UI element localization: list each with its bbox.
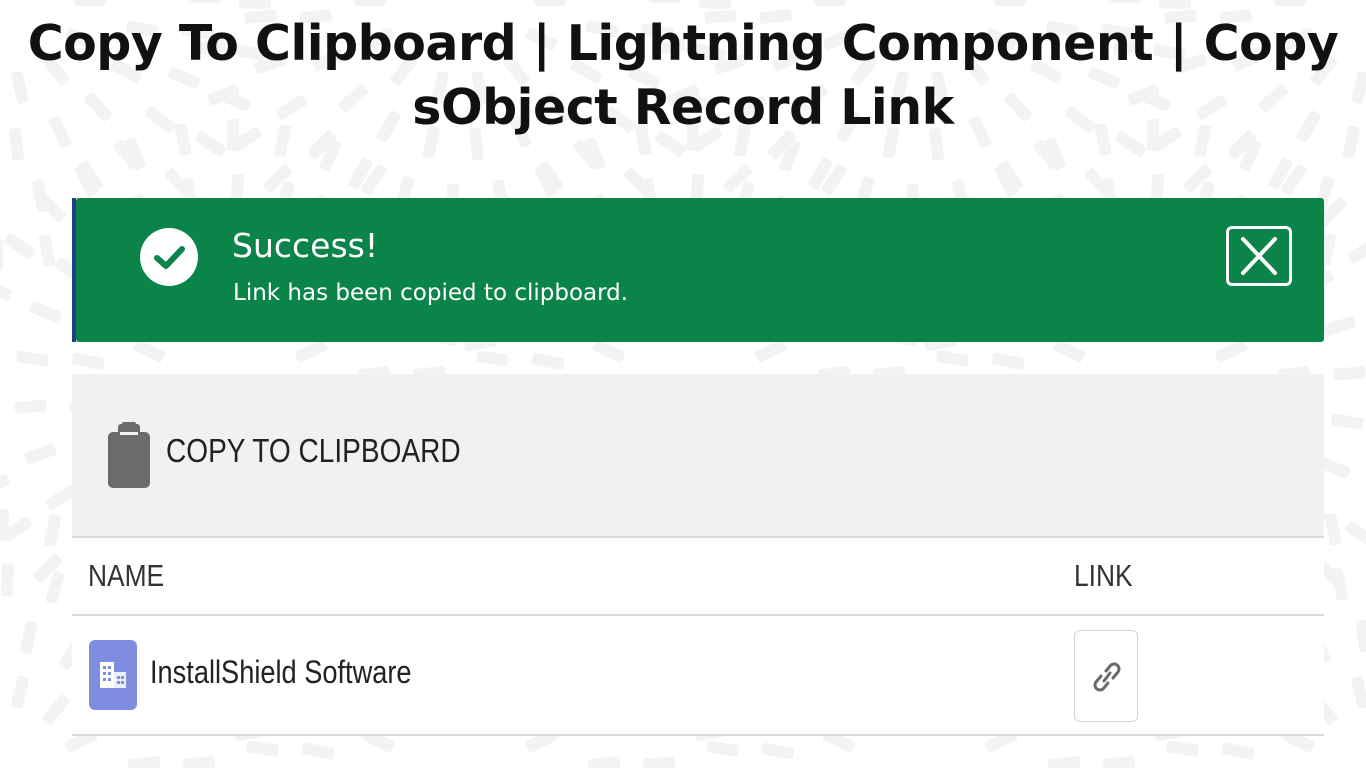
background-dash [188,0,222,4]
background-dash [1348,238,1366,264]
background-dash [295,339,328,363]
link-icon [1093,662,1121,692]
background-dash [0,508,9,542]
background-dash [183,756,216,768]
background-dash [1324,513,1342,546]
background-dash [1158,0,1192,9]
toast-close-button[interactable] [1226,226,1292,286]
background-dash [132,339,165,363]
background-dash [4,233,35,259]
background-dash [0,238,4,272]
background-dash [127,756,161,768]
background-dash [648,0,682,4]
background-dash [11,675,29,709]
background-dash [1215,339,1248,363]
column-header-name[interactable]: NAME [88,558,164,594]
background-dash [1047,756,1081,768]
background-dash [587,756,621,768]
background-dash [16,350,49,367]
background-dash [476,350,509,367]
background-dash [29,301,62,323]
check-circle-icon [140,228,198,286]
record-name-link[interactable]: InstallShield Software [150,654,412,691]
background-dash [1221,742,1255,760]
copy-link-button[interactable] [1074,630,1138,722]
background-dash [761,742,795,760]
background-dash [1108,0,1142,4]
background-dash [301,742,335,760]
card-header: COPY TO CLIPBOARD [72,374,1324,538]
background-dash [531,352,565,370]
card-title: COPY TO CLIPBOARD [166,432,461,469]
table-row: InstallShield Software [72,616,1324,736]
background-dash [74,0,106,6]
toast-heading: Success! [232,226,379,265]
success-toast [76,198,1324,342]
background-dash [1103,756,1136,768]
background-dash [0,278,12,301]
account-icon [89,640,137,710]
background-dash [1166,740,1199,757]
column-header-link[interactable]: LINK [1074,558,1133,594]
background-dash [354,0,386,6]
background-dash [1052,339,1085,363]
background-dash [1331,413,1364,430]
background-dash [42,694,70,725]
close-icon [1241,237,1277,275]
background-dash [814,0,846,6]
background-dash [0,474,10,496]
background-dash [1333,366,1366,381]
background-dash [706,740,739,757]
background-dash [246,740,279,757]
page-title: Copy To Clipboard | Lightning Component … [27,15,1339,136]
background-dash [238,0,272,9]
background-dash [1345,521,1366,547]
background-dash [936,350,969,367]
background-dash [71,352,105,370]
background-dash [1323,316,1356,337]
clipboard-icon [108,422,150,488]
background-dash [1,563,14,597]
background-dash [38,234,56,267]
background-dash [994,0,1026,6]
background-dash [14,399,47,414]
background-dash [1274,0,1306,6]
background-dash [1351,675,1366,709]
background-dash [534,0,566,6]
background-dash [698,0,732,9]
background-dash [592,339,625,363]
background-dash [20,621,38,655]
background-dash [991,352,1025,370]
copy-to-clipboard-card: COPY TO CLIPBOARD NAME LINK InstallShiel… [72,374,1324,736]
background-dash [24,443,57,464]
background-dash [755,339,788,363]
background-dash [1356,619,1366,653]
background-dash [43,514,62,547]
table-header-row: NAME LINK [72,538,1324,616]
toast-message: Link has been copied to clipboard. [233,280,629,306]
background-dash [643,756,676,768]
